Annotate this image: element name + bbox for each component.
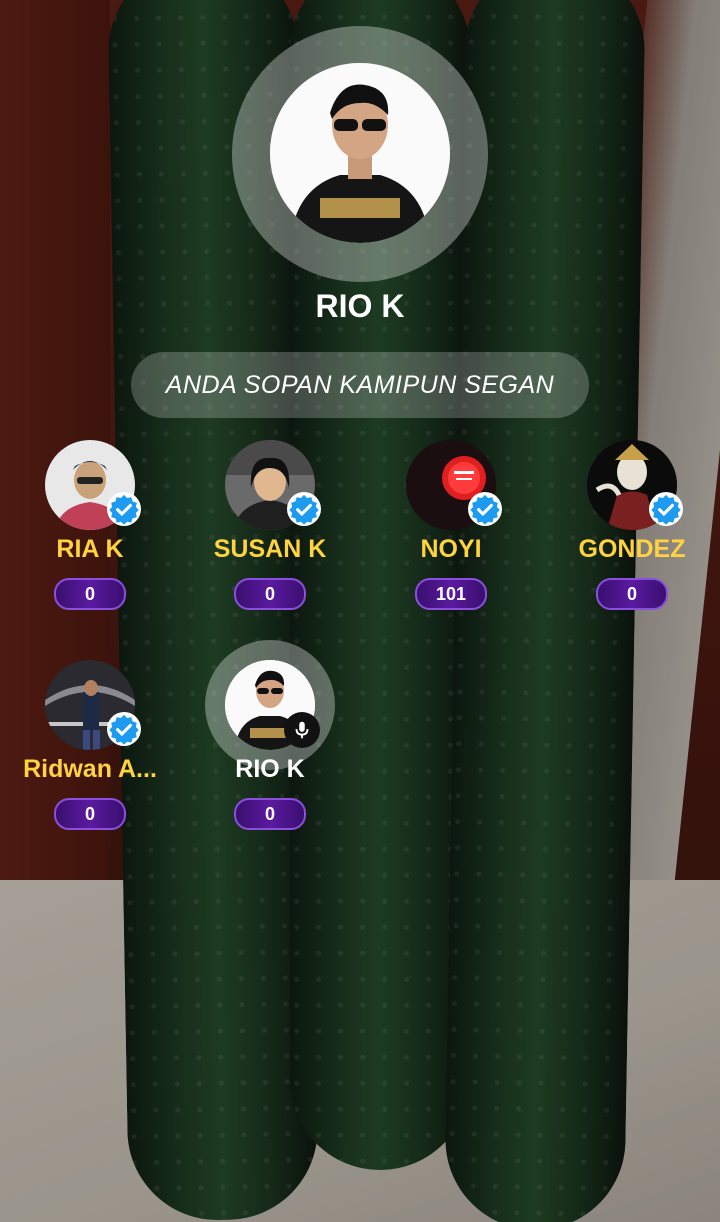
seat-count-badge: 0: [234, 798, 306, 830]
seat-6[interactable]: RIO K 0: [180, 640, 360, 860]
seat-name: Ridwan A...: [23, 755, 157, 783]
seat-3[interactable]: NOYI 101: [361, 440, 541, 640]
host-name: RIO K: [315, 288, 405, 324]
verified-badge-icon: [468, 492, 502, 526]
seat-count-badge: 101: [415, 578, 487, 610]
seat-5[interactable]: Ridwan A... 0: [0, 660, 180, 860]
host-avatar[interactable]: [270, 63, 450, 243]
microphone-icon: [284, 712, 320, 748]
seat-name: SUSAN K: [213, 535, 327, 563]
seat-4[interactable]: GONDEZ 0: [542, 440, 720, 640]
seat-name: GONDEZ: [578, 535, 686, 563]
seat-count-badge: 0: [54, 798, 126, 830]
verified-badge-icon: [107, 492, 141, 526]
seat-name: RIO K: [235, 755, 305, 783]
room-topic[interactable]: ANDA SOPAN KAMIPUN SEGAN: [131, 352, 589, 418]
seat-name: NOYI: [420, 535, 482, 563]
seat-count-badge: 0: [234, 578, 306, 610]
seat-1[interactable]: RIA K 0: [0, 440, 180, 640]
seat-count-badge: 0: [596, 578, 668, 610]
verified-badge-icon: [107, 712, 141, 746]
verified-badge-icon: [287, 492, 321, 526]
seat-name: RIA K: [56, 535, 124, 563]
seat-count-badge: 0: [54, 578, 126, 610]
seat-2[interactable]: SUSAN K 0: [180, 440, 360, 640]
verified-badge-icon: [649, 492, 683, 526]
